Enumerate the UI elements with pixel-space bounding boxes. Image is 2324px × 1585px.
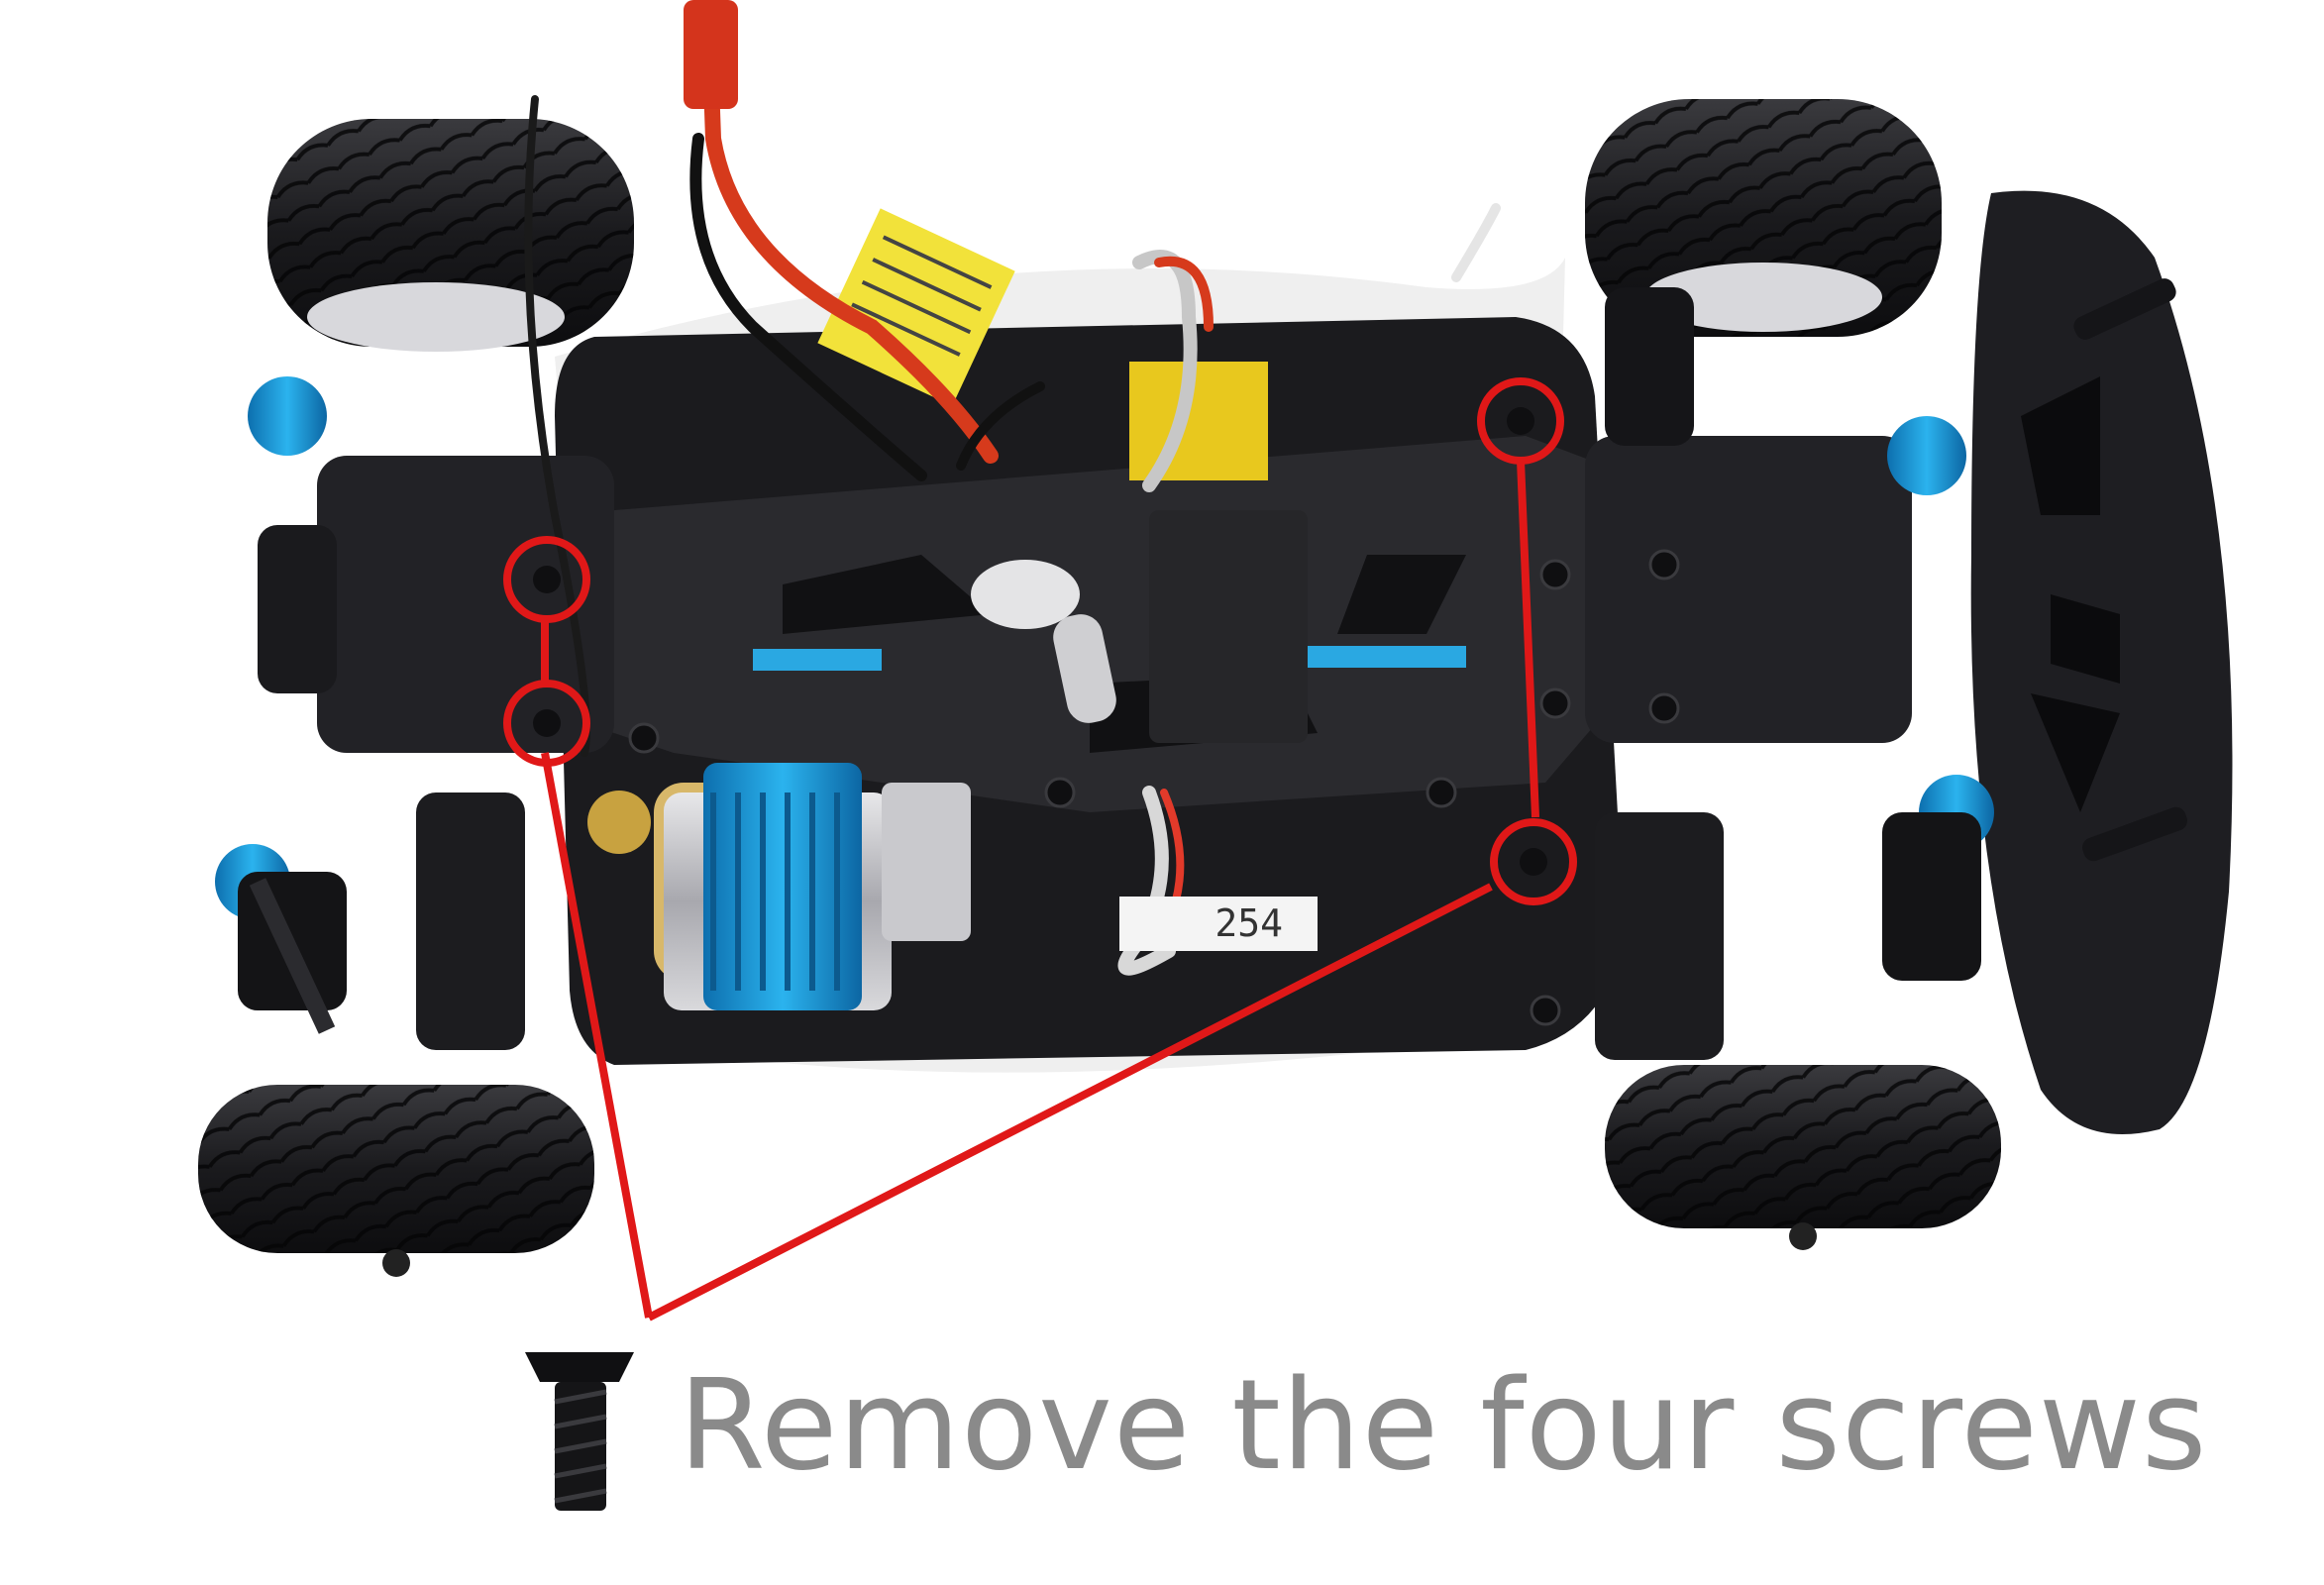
right-suspension [1585,287,1994,1060]
label-plate-text: 254 [1215,901,1283,945]
battery-strap [1149,510,1308,743]
instruction-caption: Remove the four screws [679,1352,2208,1498]
rear-right-wheel [1605,1065,2001,1250]
front-left-wheel [267,119,634,352]
foam-bumper [1970,190,2233,1134]
rc-car-chassis-photo: 254 Remove the four screws [0,0,2324,1585]
flat-head-screw-icon [525,1352,634,1511]
rear-left-wheel [198,1085,594,1277]
